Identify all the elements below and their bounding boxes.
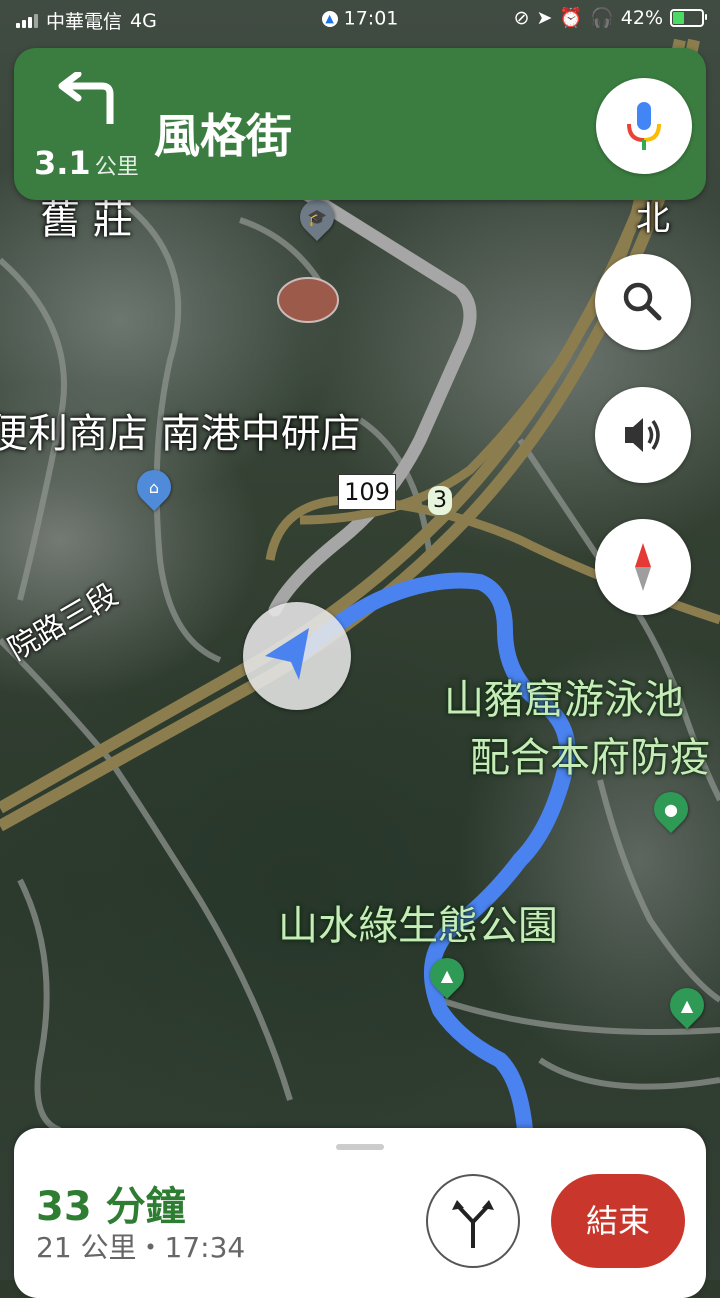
park-pin-2[interactable]: ▲ xyxy=(662,980,712,1030)
school-icon: 🎓 xyxy=(307,207,327,227)
map-label-edge: 北 xyxy=(636,199,670,239)
distance-to-turn: 3.1 公里 xyxy=(34,144,139,182)
school-pin[interactable]: 🎓 xyxy=(292,192,342,242)
mic-icon xyxy=(627,102,661,150)
turn-left-arrow-icon xyxy=(58,72,114,124)
map-label-area: 舊 莊 xyxy=(40,197,133,243)
arrival-time: 17:34 xyxy=(164,1231,246,1264)
trip-distance: 21 公里 xyxy=(36,1231,137,1264)
search-icon xyxy=(623,282,662,321)
distance-value: 3.1 xyxy=(34,144,91,182)
map-label-pool-note: 配合本府防疫 xyxy=(470,735,710,781)
voice-search-button[interactable] xyxy=(596,78,692,174)
tree-icon: ▲ xyxy=(680,995,694,1015)
battery-icon xyxy=(670,8,707,27)
direction-banner[interactable]: 3.1 公里 風格街 xyxy=(14,48,706,200)
clock: 17:01 xyxy=(343,7,399,30)
eta-duration: 33 分鐘 xyxy=(36,1184,186,1230)
location-puck xyxy=(243,602,351,710)
next-street: 風格街 xyxy=(154,109,292,163)
place-pin[interactable]: ● xyxy=(646,784,696,834)
sound-button[interactable] xyxy=(595,387,691,483)
navigation-active-icon: ▲ xyxy=(321,10,338,27)
map-label-pool[interactable]: 山豬窟游泳池 xyxy=(444,680,684,720)
alternate-routes-button[interactable] xyxy=(426,1174,520,1268)
alarm-icon: ⏰ xyxy=(559,7,584,29)
sheet-drag-handle[interactable] xyxy=(336,1144,384,1150)
route-badge: 3 xyxy=(428,486,452,515)
route-shield: 109 xyxy=(338,474,396,510)
end-navigation-button[interactable]: 結束 xyxy=(551,1174,685,1268)
battery-percent: 42% xyxy=(620,6,663,29)
compass-button[interactable] xyxy=(595,519,691,615)
speaker-icon xyxy=(625,418,660,452)
store-icon: ⌂ xyxy=(148,477,160,497)
search-button[interactable] xyxy=(595,254,691,350)
store-pin[interactable]: ⌂ xyxy=(129,462,179,512)
status-bar: 中華電信 4G ▲ 17:01 ⊘ ➤ ⏰ 🎧 42% xyxy=(0,0,720,36)
map-label-park[interactable]: 山水綠生態公園 xyxy=(278,906,558,946)
distance-unit: 公里 xyxy=(94,155,139,180)
headphones-icon: 🎧 xyxy=(590,7,614,29)
sports-track xyxy=(277,277,339,323)
dot-icon: ● xyxy=(664,799,678,819)
trip-details: 21 公里・17:34 xyxy=(36,1226,245,1266)
tree-icon: ▲ xyxy=(440,965,454,985)
trip-separator: ・ xyxy=(136,1231,165,1264)
rotation-lock-icon: ⊘ xyxy=(513,6,530,29)
map-label-store[interactable]: 便利商店 南港中研店 xyxy=(0,414,361,454)
park-pin[interactable]: ▲ xyxy=(422,950,472,1000)
location-arrow-icon: ➤ xyxy=(536,6,553,29)
compass-icon xyxy=(635,543,651,591)
alt-routes-icon xyxy=(452,1200,494,1248)
navigation-arrow-icon xyxy=(265,628,309,680)
trip-summary-sheet[interactable]: 33 分鐘 21 公里・17:34 結束 xyxy=(14,1128,706,1298)
